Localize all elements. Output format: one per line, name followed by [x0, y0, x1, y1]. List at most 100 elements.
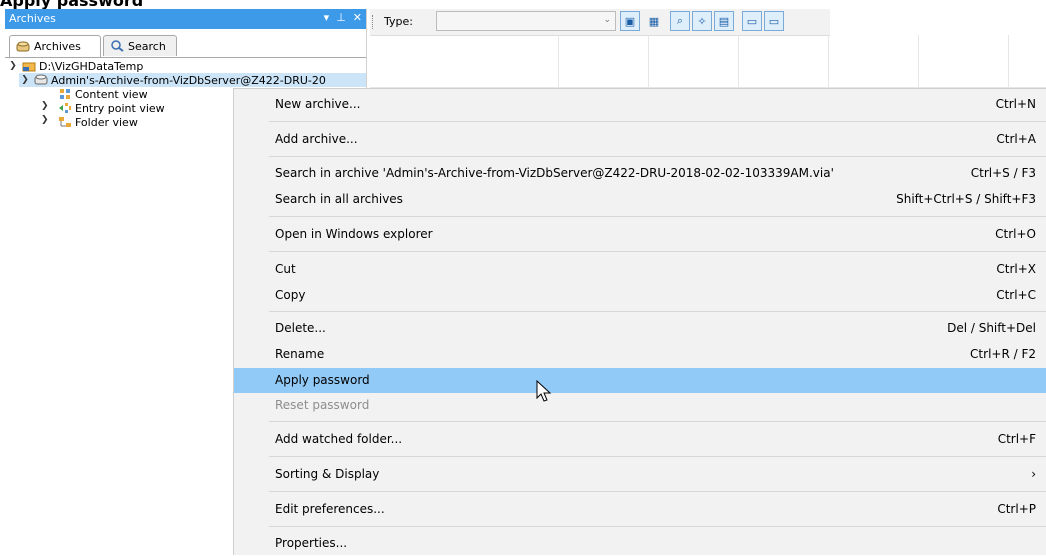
- folder-view-label: Folder view: [75, 115, 138, 129]
- menu-separator: [269, 526, 1046, 527]
- menu-item-label: Add archive...: [275, 132, 358, 146]
- toolbar-grip[interactable]: [372, 15, 375, 29]
- tree-root[interactable]: ❯ D:\VizGHDataTemp: [7, 59, 143, 73]
- tree-archive[interactable]: ❯ Admin's-Archive-from-VizDbServer@Z422-…: [19, 73, 366, 87]
- menu-separator: [269, 216, 1046, 217]
- tab-search[interactable]: Search: [103, 35, 177, 56]
- menu-item-shortcut: Shift+Ctrl+S / Shift+F3: [896, 192, 1036, 206]
- menu-item-cut[interactable]: Cut Ctrl+X: [234, 257, 1046, 282]
- menu-item-label: Edit preferences...: [275, 502, 385, 516]
- menu-item-delete[interactable]: Delete... Del / Shift+Del: [234, 316, 1046, 341]
- properties-icon: ▤: [718, 14, 730, 28]
- menu-item-label: Add watched folder...: [275, 432, 403, 446]
- toolbar-folder-button[interactable]: ▣: [620, 11, 640, 31]
- chevron-right-icon[interactable]: ❯: [41, 101, 49, 111]
- menu-item-shortcut: Ctrl+C: [996, 288, 1036, 302]
- menu-item-label: Properties...: [275, 536, 348, 550]
- menu-item-open-in-explorer[interactable]: Open in Windows explorer Ctrl+O: [234, 222, 1046, 247]
- menu-item-shortcut: Ctrl+N: [995, 97, 1036, 111]
- type-label: Type:: [384, 15, 413, 28]
- menu-separator: [269, 156, 1046, 157]
- menu-item-label: Cut: [275, 262, 296, 276]
- toolbar-properties-button[interactable]: ▤: [714, 11, 734, 31]
- page-heading: Apply password: [0, 0, 144, 10]
- chevron-down-icon: ⌄: [603, 15, 611, 25]
- menu-item-label: Rename: [275, 347, 325, 361]
- menu-item-sorting-display[interactable]: Sorting & Display ›: [234, 462, 1046, 487]
- menu-item-add-archive[interactable]: Add archive... Ctrl+A: [234, 127, 1046, 152]
- tree-item-entry-point-view[interactable]: Entry point view: [55, 101, 165, 115]
- menu-item-reset-password: Reset password: [234, 393, 1046, 418]
- grid-column-divider[interactable]: [918, 35, 919, 87]
- grid-column-divider[interactable]: [558, 35, 559, 87]
- grid-column-divider[interactable]: [828, 35, 829, 87]
- menu-separator: [269, 311, 1046, 312]
- menu-item-label: Apply password: [275, 373, 370, 387]
- menu-item-new-archive[interactable]: New archive... Ctrl+N: [234, 92, 1046, 117]
- menu-separator: [269, 251, 1046, 252]
- menu-item-shortcut: Ctrl+X: [996, 262, 1036, 276]
- folder-drive-icon: [22, 62, 36, 72]
- menu-item-label: Open in Windows explorer: [275, 227, 433, 241]
- menu-item-label: Sorting & Display: [275, 467, 380, 481]
- zoom-icon: ⌕: [676, 14, 684, 27]
- toolbar: Type: ⌄ ▣ ▦ ⌕ ✧ ▤ ▭ ▭: [370, 9, 830, 36]
- menu-separator: [269, 491, 1046, 492]
- pin-icon: ✧: [697, 14, 707, 28]
- grid-column-divider[interactable]: [1008, 35, 1009, 87]
- menu-item-shortcut: Del / Shift+Del: [947, 321, 1036, 335]
- archive-icon: [34, 74, 48, 85]
- search-icon: [111, 40, 124, 52]
- menu-item-rename[interactable]: Rename Ctrl+R / F2: [234, 342, 1046, 367]
- tree-item-folder-view[interactable]: Folder view: [55, 115, 138, 129]
- panel-title: Archives: [9, 12, 56, 25]
- entry-point-view-label: Entry point view: [75, 101, 165, 115]
- tab-search-label: Search: [128, 39, 166, 53]
- content-view-icon: [60, 89, 70, 99]
- grid-column-divider[interactable]: [738, 35, 739, 87]
- toolbar-pin-button[interactable]: ✧: [692, 11, 712, 31]
- chevron-down-icon[interactable]: ❯: [19, 75, 31, 85]
- menu-item-properties[interactable]: Properties...: [234, 531, 1046, 556]
- menu-item-label: Search in all archives: [275, 192, 403, 206]
- panel-header: Archives ▾ ⊥ ✕: [5, 9, 366, 29]
- menu-item-copy[interactable]: Copy Ctrl+C: [234, 283, 1046, 308]
- menu-item-search-in-archive[interactable]: Search in archive 'Admin's-Archive-from-…: [234, 161, 1046, 186]
- layout-icon: ▭: [768, 14, 780, 28]
- tree-item-content-view[interactable]: Content view: [55, 87, 148, 101]
- menu-separator: [269, 121, 1046, 122]
- chevron-right-icon[interactable]: ❯: [41, 115, 49, 125]
- mouse-pointer-icon: [536, 380, 552, 402]
- menu-item-shortcut: Ctrl+S / F3: [970, 166, 1036, 180]
- tab-archives[interactable]: Archives: [9, 35, 101, 57]
- context-menu: New archive... Ctrl+N Add archive... Ctrl+…: [233, 88, 1046, 555]
- menu-item-edit-preferences[interactable]: Edit preferences... Ctrl+P: [234, 497, 1046, 522]
- toolbar-layout2-button[interactable]: ▭: [764, 11, 784, 31]
- menu-item-shortcut: Ctrl+A: [996, 132, 1036, 146]
- toolbar-zoom-button[interactable]: ⌕: [670, 11, 690, 31]
- menu-item-apply-password[interactable]: Apply password: [234, 368, 1046, 393]
- menu-item-add-watched-folder[interactable]: Add watched folder... Ctrl+F: [234, 427, 1046, 452]
- menu-item-shortcut: Ctrl+R / F2: [970, 347, 1036, 361]
- type-combo[interactable]: ⌄: [436, 11, 616, 31]
- menu-item-label: Delete...: [275, 321, 326, 335]
- menu-separator: [269, 421, 1046, 422]
- panel-controls: ▾ ⊥ ✕: [324, 11, 362, 24]
- chevron-down-icon[interactable]: ❯: [7, 61, 19, 71]
- menu-item-search-all-archives[interactable]: Search in all archives Shift+Ctrl+S / Shi…: [234, 187, 1046, 212]
- content-grid-header: [370, 35, 1046, 88]
- menu-item-label: Reset password: [275, 398, 370, 412]
- panel-tabs: Archives Search: [5, 35, 366, 58]
- panel-dropdown-icon[interactable]: ▾: [324, 11, 330, 24]
- submenu-arrow-icon: ›: [1031, 467, 1036, 481]
- entry-point-icon: [59, 103, 71, 113]
- menu-item-label: New archive...: [275, 97, 361, 111]
- panel-close-icon[interactable]: ✕: [353, 11, 362, 24]
- panel-pin-icon[interactable]: ⊥: [336, 11, 346, 24]
- toolbar-chart-button[interactable]: ▦: [644, 11, 664, 31]
- tree-root-label: D:\VizGHDataTemp: [39, 59, 144, 73]
- grid-column-divider[interactable]: [648, 35, 649, 87]
- toolbar-layout1-button[interactable]: ▭: [742, 11, 762, 31]
- folder-icon: ▣: [624, 14, 636, 28]
- archive-icon: [16, 41, 30, 51]
